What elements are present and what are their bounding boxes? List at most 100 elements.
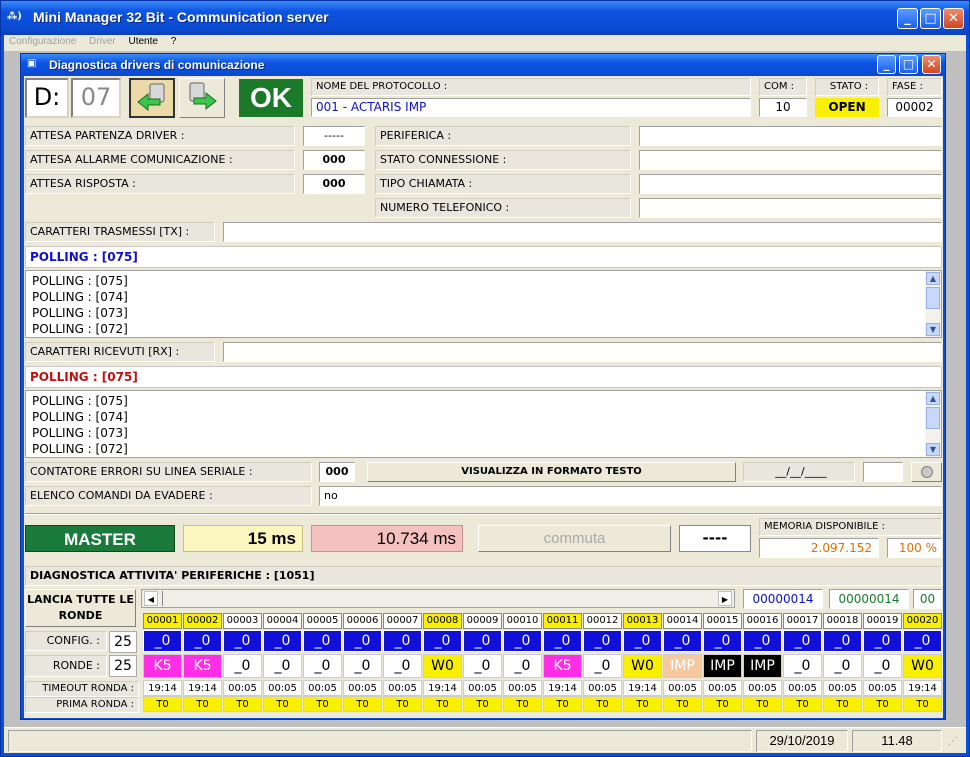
prima-ronda-cell[interactable]: T0 (583, 696, 622, 712)
periferica-id-cell[interactable]: 00002 (183, 613, 222, 629)
rx-log-list[interactable]: POLLING : [075] POLLING : [074] POLLING … (25, 390, 942, 458)
prima-ronda-cell[interactable]: T0 (863, 696, 902, 712)
menu-help[interactable]: ? (166, 35, 182, 48)
periferica-id-cell[interactable]: 00006 (343, 613, 382, 629)
scroll-right-icon[interactable]: ▶ (718, 591, 732, 606)
next-driver-button[interactable] (179, 78, 225, 118)
ronda-cell[interactable]: W0 (423, 654, 462, 678)
periferica-id-cell[interactable]: 00017 (783, 613, 822, 629)
scroll-left-icon[interactable]: ◀ (144, 591, 158, 606)
scroll-thumb[interactable] (162, 591, 163, 606)
periferica-id-cell[interactable]: 00012 (583, 613, 622, 629)
periferica-id-cell[interactable]: 00016 (743, 613, 782, 629)
config-cell[interactable]: _0 (383, 630, 422, 652)
ronda-cell[interactable]: _0 (303, 654, 342, 678)
periferica-id-cell[interactable]: 00020 (903, 613, 942, 629)
config-cell[interactable]: _0 (863, 630, 902, 652)
periferica-id-cell[interactable]: 00005 (303, 613, 342, 629)
timeout-cell[interactable]: 00:05 (223, 680, 262, 696)
prima-ronda-cell[interactable]: T0 (463, 696, 502, 712)
prima-ronda-cell[interactable]: T0 (263, 696, 302, 712)
timeout-cell[interactable]: 00:05 (463, 680, 502, 696)
child-title-bar[interactable]: ▣ Diagnostica drivers di comunicazione _… (21, 54, 945, 76)
periferica-id-cell[interactable]: 00009 (463, 613, 502, 629)
config-cell[interactable]: _0 (303, 630, 342, 652)
ronda-cell[interactable]: _0 (383, 654, 422, 678)
scroll-thumb[interactable] (926, 287, 940, 309)
timeout-cell[interactable]: 19:14 (903, 680, 942, 696)
periferica-id-cell[interactable]: 00013 (623, 613, 662, 629)
periferica-id-cell[interactable]: 00001 (143, 613, 182, 629)
config-cell[interactable]: _0 (183, 630, 222, 652)
ronda-cell[interactable]: K5 (143, 654, 182, 678)
lancia-ronde-button[interactable]: LANCIA TUTTE LE RONDE (25, 589, 136, 627)
config-cell[interactable]: _0 (423, 630, 462, 652)
scroll-down-icon[interactable]: ▼ (926, 323, 940, 336)
timeout-cell[interactable]: 00:05 (383, 680, 422, 696)
timeout-cell[interactable]: 00:05 (263, 680, 302, 696)
config-cell[interactable]: _0 (143, 630, 182, 652)
ronda-cell[interactable]: IMP (663, 654, 702, 678)
prev-driver-button[interactable] (129, 78, 175, 118)
ronda-cell[interactable]: _0 (463, 654, 502, 678)
ronda-cell[interactable]: K5 (543, 654, 582, 678)
ronda-cell[interactable]: IMP (703, 654, 742, 678)
maximize-button[interactable]: □ (920, 8, 941, 29)
ronda-cell[interactable]: _0 (263, 654, 302, 678)
title-bar[interactable]: ⁂) Mini Manager 32 Bit - Communication s… (1, 1, 969, 35)
timeout-cell[interactable]: 19:14 (543, 680, 582, 696)
config-cell[interactable]: _0 (623, 630, 662, 652)
ronda-cell[interactable]: _0 (583, 654, 622, 678)
prima-ronda-cell[interactable]: T0 (823, 696, 862, 712)
config-cell[interactable]: _0 (223, 630, 262, 652)
child-close-button[interactable]: ✕ (922, 55, 941, 74)
config-cell[interactable]: _0 (543, 630, 582, 652)
prima-ronda-cell[interactable]: T0 (783, 696, 822, 712)
scroll-up-icon[interactable]: ▲ (926, 392, 940, 405)
periferica-id-cell[interactable]: 00003 (223, 613, 262, 629)
periferica-id-cell[interactable]: 00019 (863, 613, 902, 629)
rx-scrollbar[interactable]: ▲ ▼ (925, 391, 941, 457)
periferica-id-cell[interactable]: 00008 (423, 613, 462, 629)
ronda-cell[interactable]: W0 (903, 654, 942, 678)
periferica-id-cell[interactable]: 00007 (383, 613, 422, 629)
ronda-cell[interactable]: K5 (183, 654, 222, 678)
prima-ronda-cell[interactable]: T0 (663, 696, 702, 712)
menu-driver[interactable]: Driver (84, 35, 121, 48)
timeout-cell[interactable]: 00:05 (703, 680, 742, 696)
scroll-thumb[interactable] (926, 407, 940, 429)
config-cell[interactable]: _0 (823, 630, 862, 652)
config-cell[interactable]: _0 (743, 630, 782, 652)
prima-ronda-cell[interactable]: T0 (623, 696, 662, 712)
periferica-id-cell[interactable]: 00010 (503, 613, 542, 629)
timeout-cell[interactable]: 00:05 (503, 680, 542, 696)
timeout-cell[interactable]: 19:14 (623, 680, 662, 696)
prima-ronda-cell[interactable]: T0 (703, 696, 742, 712)
scroll-up-icon[interactable]: ▲ (926, 272, 940, 285)
config-cell[interactable]: _0 (703, 630, 742, 652)
config-cell[interactable]: _0 (903, 630, 942, 652)
timeout-cell[interactable]: 00:05 (583, 680, 622, 696)
timeout-cell[interactable]: 00:05 (663, 680, 702, 696)
timeout-cell[interactable]: 00:05 (343, 680, 382, 696)
ronda-cell[interactable]: _0 (783, 654, 822, 678)
timeout-cell[interactable]: 19:14 (143, 680, 182, 696)
visualizza-testo-button[interactable]: VISUALIZZA IN FORMATO TESTO (367, 462, 736, 482)
config-cell[interactable]: _0 (503, 630, 542, 652)
prima-ronda-cell[interactable]: T0 (543, 696, 582, 712)
ronda-cell[interactable]: W0 (623, 654, 662, 678)
config-cell[interactable]: _0 (663, 630, 702, 652)
prima-ronda-cell[interactable]: T0 (743, 696, 782, 712)
scroll-down-icon[interactable]: ▼ (926, 443, 940, 456)
commuta-button[interactable]: commuta (478, 525, 671, 552)
ronda-cell[interactable]: _0 (503, 654, 542, 678)
ronda-cell[interactable]: IMP (743, 654, 782, 678)
config-cell[interactable]: _0 (263, 630, 302, 652)
horizontal-scrollbar[interactable]: ◀ ▶ (141, 589, 735, 608)
config-cell[interactable]: _0 (343, 630, 382, 652)
config-cell[interactable]: _0 (783, 630, 822, 652)
timeout-cell[interactable]: 00:05 (303, 680, 342, 696)
timeout-cell[interactable]: 19:14 (423, 680, 462, 696)
prima-ronda-cell[interactable]: T0 (223, 696, 262, 712)
timeout-cell[interactable]: 00:05 (783, 680, 822, 696)
